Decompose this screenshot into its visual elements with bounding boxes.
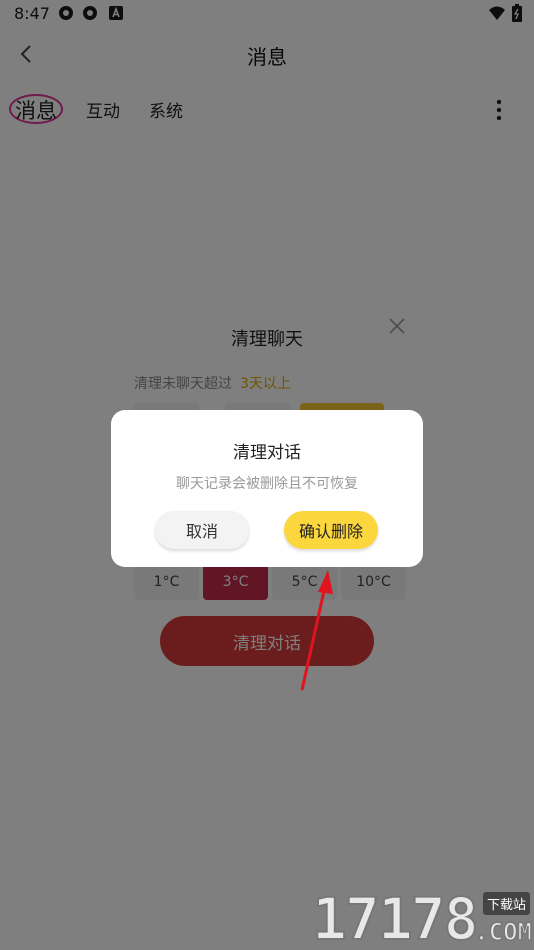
confirm-dialog: 清理对话 聊天记录会被删除且不可恢复 取消 确认删除 (111, 410, 423, 567)
site-watermark: 17178 下载站 .COM (311, 885, 534, 950)
watermark-tag: 下载站 (482, 892, 530, 915)
cancel-button[interactable]: 取消 (155, 511, 249, 549)
annotation-arrow-icon (300, 570, 333, 691)
watermark-number: 17178 (311, 885, 480, 950)
dialog-title: 清理对话 (233, 443, 301, 463)
app-screen: 8:47 消息 消息 互动 系统 清理聊天 清理未聊天超过3天以上 (0, 0, 534, 950)
watermark-domain: .COM (473, 917, 532, 947)
dialog-message: 聊天记录会被删除且不可恢复 (176, 476, 358, 492)
confirm-delete-button[interactable]: 确认删除 (284, 511, 378, 549)
